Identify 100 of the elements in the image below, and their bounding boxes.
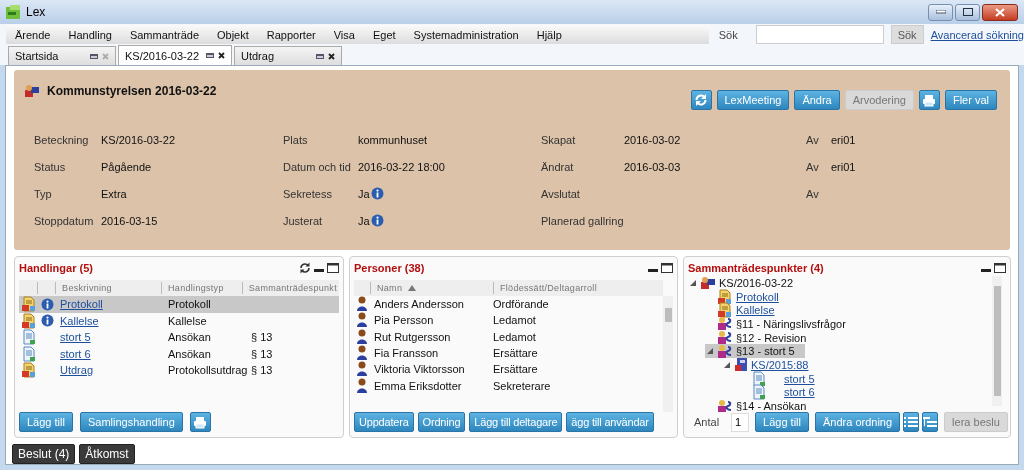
tree-item[interactable]: KS/2016-03-22 xyxy=(688,276,803,290)
field-label: Av xyxy=(806,133,820,146)
scrollbar[interactable] xyxy=(663,296,673,412)
refresh-button[interactable] xyxy=(299,262,311,274)
close-icon[interactable] xyxy=(328,52,335,60)
document-icon xyxy=(717,288,733,305)
menu-item[interactable]: Objekt xyxy=(208,28,258,41)
tab[interactable]: Startsida xyxy=(8,46,116,65)
tree-item[interactable]: stort 6 xyxy=(739,385,825,400)
maximize-button[interactable] xyxy=(955,3,980,21)
table-row[interactable]: Utdrag Protokollsutdrag § 13 xyxy=(19,362,339,379)
count-field[interactable]: 1 xyxy=(731,412,750,432)
document-link[interactable]: Kallelse xyxy=(60,314,99,327)
field-value: Pågående xyxy=(101,160,152,173)
maximize-button[interactable] xyxy=(327,263,339,273)
tree-link[interactable]: KS/2015:88 xyxy=(751,358,809,371)
tree-link[interactable]: Kallelse xyxy=(736,304,775,317)
column-header[interactable]: Beskrivning xyxy=(55,282,162,294)
participant-role: Sekreterare xyxy=(493,379,551,392)
scrollbar[interactable] xyxy=(992,276,1002,406)
document-link[interactable]: Utdrag xyxy=(60,364,94,377)
table-row[interactable]: stort 6 Ansökan § 13 xyxy=(19,345,339,362)
table-row[interactable]: Protokoll Protokoll xyxy=(19,296,339,313)
table-row[interactable]: stort 5 Ansökan § 13 xyxy=(19,329,339,346)
close-icon[interactable] xyxy=(218,52,225,59)
field-value: Extra xyxy=(101,187,127,200)
agenda-item-icon xyxy=(717,316,733,332)
tab[interactable]: KS/2016-03-22 xyxy=(118,45,232,65)
maximize-icon xyxy=(661,263,673,273)
tree-item[interactable]: §13 - stort 5 xyxy=(705,344,805,359)
menu-item[interactable]: Rapporter xyxy=(257,28,325,41)
tab-label: Utdrag xyxy=(241,50,276,62)
field-label: Avslutat xyxy=(541,187,581,200)
document-link[interactable]: stort 5 xyxy=(60,331,91,344)
tree-item[interactable]: §14 - Ansökan xyxy=(705,399,817,412)
tree-item[interactable]: Protokoll xyxy=(705,289,789,304)
table-row[interactable]: Kallelse Kallelse xyxy=(19,312,339,329)
table-cell-text: Protokoll xyxy=(167,298,212,311)
tree-label: §13 - stort 5 xyxy=(736,345,795,358)
tree-icon xyxy=(923,416,938,428)
expanded-icon[interactable] xyxy=(706,348,713,355)
column-header[interactable]: Namn xyxy=(377,283,403,293)
document-link[interactable]: stort 6 xyxy=(60,347,91,360)
advanced-search-link[interactable]: Avancerad sökning xyxy=(930,28,1024,41)
maximize-button[interactable] xyxy=(661,263,673,273)
field-value: 2016-03-22 18:00 xyxy=(358,160,445,173)
maximize-icon xyxy=(962,8,973,16)
tree-item[interactable]: §12 - Revision xyxy=(705,330,817,345)
person-icon xyxy=(355,296,369,313)
tree-link[interactable]: stort 6 xyxy=(784,386,815,399)
binder-icon xyxy=(734,357,748,373)
print-button[interactable] xyxy=(189,412,211,432)
close-button[interactable] xyxy=(982,3,1018,21)
person-name: Rut Rutgersson xyxy=(373,330,452,343)
bottom-tab[interactable]: Åtkomst xyxy=(79,444,135,464)
tree-item[interactable]: §11 - Näringslivsfrågor xyxy=(705,317,856,331)
expanded-icon[interactable] xyxy=(689,279,696,286)
tree-item[interactable]: stort 5 xyxy=(739,371,825,386)
menu-item[interactable]: Visa xyxy=(324,28,364,41)
tree-item[interactable]: Kallelse xyxy=(705,303,785,318)
field-value: kommunhuset xyxy=(358,133,428,146)
tab[interactable]: Utdrag xyxy=(234,46,342,65)
field-label: Av xyxy=(806,187,820,200)
field-label: Sekretess xyxy=(283,187,333,200)
document-icon xyxy=(20,362,37,379)
menu-item[interactable]: Hjälp xyxy=(527,28,571,41)
close-icon xyxy=(995,7,1005,17)
tree-link[interactable]: stort 5 xyxy=(784,372,815,385)
table-cell-text: Protokollsutdrag xyxy=(167,364,248,377)
maximize-button[interactable] xyxy=(994,263,1006,273)
tree-link[interactable]: Protokoll xyxy=(736,290,779,303)
tree-view-button[interactable] xyxy=(922,412,939,432)
print-button[interactable] xyxy=(918,90,940,110)
participant-role: Ordförande xyxy=(493,298,549,311)
menu-item[interactable]: Sammanträde xyxy=(120,28,208,41)
column-header[interactable]: Sammanträdespunkt xyxy=(241,282,339,294)
field-label: Datum och tid xyxy=(283,160,352,173)
print-icon xyxy=(193,415,208,429)
bottom-tab[interactable]: Beslut (4) xyxy=(12,444,76,464)
menu-item[interactable]: Systemadministration xyxy=(404,28,528,41)
field-value: 2016-03-15 xyxy=(101,214,158,227)
expanded-icon[interactable] xyxy=(723,361,730,368)
table-cell-text: Ansökan xyxy=(167,331,212,344)
panel-title: Sammanträdespunkter (4) xyxy=(688,262,824,274)
meeting-title: Kommunstyrelsen 2016-03-22 xyxy=(47,84,217,98)
menu-item[interactable]: Ärende xyxy=(6,28,60,41)
column-header[interactable]: Flödessätt/Deltagarroll xyxy=(500,283,597,293)
document-icon xyxy=(717,302,733,319)
tree-item[interactable]: KS/2015:88 xyxy=(722,358,819,372)
search-button[interactable]: Sök xyxy=(890,25,924,44)
table-cell-text: § 13 xyxy=(250,331,273,344)
column-header[interactable]: Handlingstyp xyxy=(161,282,242,294)
list-view-button[interactable] xyxy=(903,412,920,432)
menu-item[interactable]: Eget xyxy=(363,28,405,41)
participant-role: Ledamot xyxy=(493,330,536,343)
refresh-icon xyxy=(299,262,311,274)
document-link[interactable]: Protokoll xyxy=(60,298,103,311)
menu-item[interactable]: Handling xyxy=(59,28,121,41)
search-field[interactable] xyxy=(755,25,884,44)
tree-label: §11 - Näringslivsfrågor xyxy=(736,317,846,330)
